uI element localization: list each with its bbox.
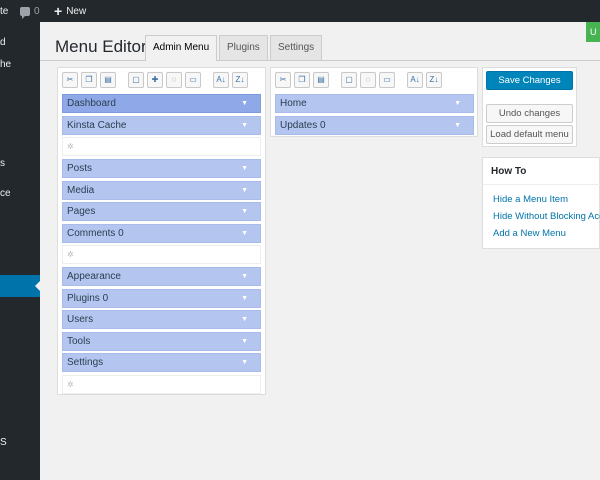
comment-bubble-icon: [20, 6, 30, 19]
expand-arrow-icon[interactable]: ▼: [241, 182, 248, 199]
delete-icon[interactable]: ▭: [379, 72, 395, 88]
expand-arrow-icon[interactable]: ▼: [241, 268, 248, 285]
hide-icon[interactable]: ◌: [360, 72, 376, 88]
menu-item[interactable]: Settings ▼: [62, 353, 261, 372]
how-to-link[interactable]: Add a New Menu: [493, 228, 566, 239]
expand-arrow-icon[interactable]: ▼: [241, 354, 248, 371]
submenu-item[interactable]: Updates 0 ▼: [275, 115, 474, 135]
comments-link[interactable]: 0: [20, 5, 40, 19]
submenu-item[interactable]: Home ▼: [275, 94, 474, 113]
sort-ascending-icon[interactable]: A↓: [407, 72, 423, 88]
expand-arrow-icon[interactable]: ▼: [241, 311, 248, 328]
menu-item[interactable]: Comments 0 ▼: [62, 223, 261, 243]
new-content-link[interactable]: + New: [54, 3, 87, 19]
sidebar-item-fragment[interactable]: he: [0, 59, 40, 70]
expand-arrow-icon[interactable]: ▼: [241, 225, 248, 242]
sidebar-item-fragment[interactable]: s: [0, 158, 40, 169]
sidebar-item-fragment[interactable]: S: [0, 437, 40, 448]
delete-icon[interactable]: ▭: [185, 72, 201, 88]
menu-item[interactable]: Appearance ▼: [62, 267, 261, 286]
new-menu-icon[interactable]: ▢: [128, 72, 144, 88]
plus-icon: +: [54, 3, 63, 19]
menu-separator[interactable]: ✲: [62, 137, 261, 156]
sort-descending-icon[interactable]: Z↓: [232, 72, 248, 88]
expand-arrow-icon[interactable]: ▼: [241, 290, 248, 307]
menu-item-label: Media: [67, 184, 95, 196]
menu-item-label: Settings: [67, 357, 104, 368]
expand-arrow-icon[interactable]: ▼: [454, 117, 461, 134]
how-to-title: How To: [491, 166, 527, 177]
expand-arrow-icon[interactable]: ▼: [454, 95, 461, 112]
menu-toolbar: ✂ ❐ ▤ ▢ ✚ ◌ ▭ A↓ Z↓: [62, 72, 248, 88]
submenu-toolbar: ✂ ❐ ▤ ▢ ◌ ▭ A↓ Z↓: [275, 72, 442, 88]
menu-item[interactable]: Media ▼: [62, 180, 261, 200]
menu-item-label: Users: [67, 314, 94, 325]
how-to-box: How To Hide a Menu Item Hide Without Blo…: [482, 157, 600, 249]
menu-item[interactable]: Users ▼: [62, 310, 261, 329]
copy-icon[interactable]: ❐: [81, 72, 97, 88]
menu-item[interactable]: Plugins 0 ▼: [62, 288, 261, 308]
site-name-link[interactable]: te: [0, 6, 12, 17]
menu-item-label: Dashboard: [67, 98, 116, 109]
menu-item-label: Posts: [67, 163, 93, 174]
load-default-menu-button[interactable]: Load default menu: [486, 125, 573, 144]
tab-settings[interactable]: Settings: [270, 35, 323, 60]
how-to-link[interactable]: Hide Without Blocking Access: [493, 211, 600, 222]
menu-item-label: Tools: [67, 335, 91, 347]
menu-item-label: Plugins 0: [67, 292, 109, 304]
menu-item-label: Appearance: [67, 271, 121, 282]
menu-item-label: Kinsta Cache: [67, 119, 127, 131]
cut-icon[interactable]: ✂: [275, 72, 291, 88]
menu-item-label: Comments 0: [67, 227, 124, 239]
menu-separator[interactable]: ✲: [62, 374, 261, 394]
cut-icon[interactable]: ✂: [62, 72, 78, 88]
new-menu-icon[interactable]: ▢: [341, 72, 357, 88]
tab-divider: [40, 60, 600, 61]
sort-descending-icon[interactable]: Z↓: [426, 72, 442, 88]
copy-icon[interactable]: ❐: [294, 72, 310, 88]
menu-separator[interactable]: ✲: [62, 245, 261, 264]
new-separator-icon[interactable]: ✚: [147, 72, 163, 88]
admin-bar: te 0 + New: [0, 0, 600, 22]
submenu-items-panel: ✂ ❐ ▤ ▢ ◌ ▭ A↓ Z↓ Home ▼ Updates 0 ▼: [270, 67, 478, 137]
expand-arrow-icon[interactable]: ▼: [241, 203, 248, 220]
paste-icon[interactable]: ▤: [313, 72, 329, 88]
menu-item[interactable]: Pages ▼: [62, 202, 261, 221]
admin-sidebar: d he s ce S: [0, 22, 40, 480]
menu-item-label: Pages: [67, 206, 96, 217]
sidebar-item-active[interactable]: [0, 275, 40, 297]
page-title: Menu Editor: [55, 37, 147, 56]
submenu-item-label: Home: [280, 98, 307, 109]
tab-admin-menu[interactable]: Admin Menu: [145, 35, 218, 61]
menu-item[interactable]: Tools ▼: [62, 331, 261, 351]
sort-ascending-icon[interactable]: A↓: [213, 72, 229, 88]
comments-count: 0: [34, 5, 40, 17]
update-corner-button[interactable]: U: [586, 22, 600, 42]
expand-arrow-icon[interactable]: ▼: [241, 117, 248, 134]
expand-arrow-icon[interactable]: ▼: [241, 333, 248, 350]
menu-item[interactable]: Posts ▼: [62, 159, 261, 178]
how-to-divider: [483, 184, 600, 185]
undo-changes-button[interactable]: Undo changes: [486, 104, 573, 123]
menu-item[interactable]: Kinsta Cache ▼: [62, 115, 261, 135]
sidebar-item-fragment[interactable]: d: [0, 37, 40, 48]
menu-item[interactable]: Dashboard ▼: [62, 94, 261, 113]
paste-icon[interactable]: ▤: [100, 72, 116, 88]
menu-items-panel: ✂ ❐ ▤ ▢ ✚ ◌ ▭ A↓ Z↓ Dashboard ▼ Kinsta Cac…: [57, 67, 266, 395]
expand-arrow-icon[interactable]: ▼: [241, 160, 248, 177]
tab-plugins[interactable]: Plugins: [219, 35, 268, 60]
how-to-link[interactable]: Hide a Menu Item: [493, 194, 568, 205]
expand-arrow-icon[interactable]: ▼: [241, 95, 248, 112]
new-label: New: [66, 5, 87, 17]
hide-icon[interactable]: ◌: [166, 72, 182, 88]
submenu-item-label: Updates 0: [280, 119, 326, 131]
sidebar-item-fragment[interactable]: ce: [0, 188, 40, 199]
save-changes-button[interactable]: Save Changes: [486, 71, 573, 90]
